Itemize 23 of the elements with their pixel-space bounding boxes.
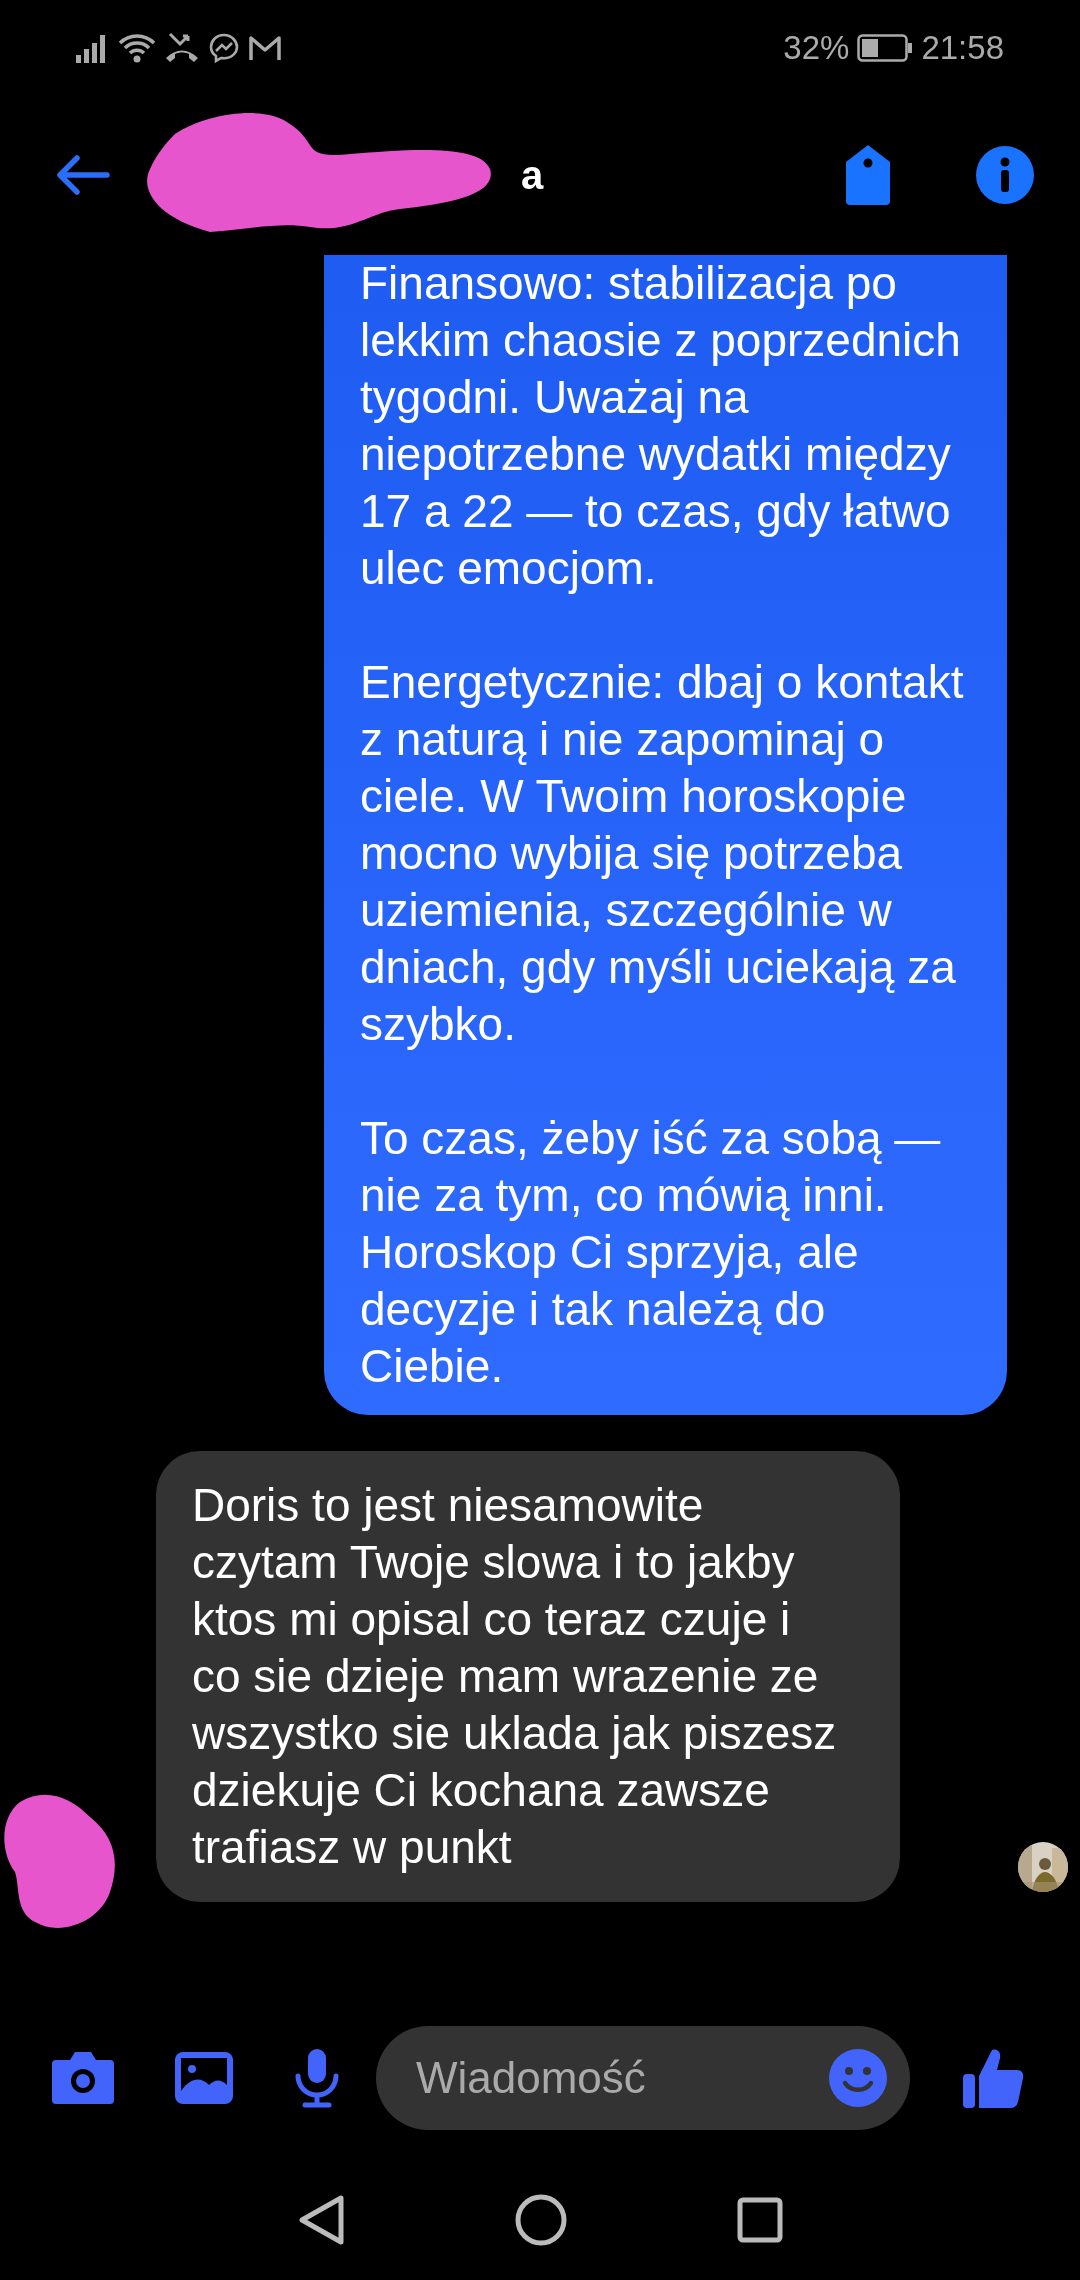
battery-percent: 32% — [783, 27, 850, 68]
tag-icon[interactable] — [845, 144, 891, 206]
back-nav-icon[interactable] — [297, 2194, 345, 2246]
message-text: Doris to jest niesamowite czytam Twoje slowa i to jakby ktos mi opisal co teraz czuje i co sie dzieje mam wrazenie ze wszystko sie uklada jak piszesz dziekuje Ci kochana zawsze trafiasz w punkt — [192, 1478, 838, 1875]
message-text: Finansowo: stabilizacja po lekkim chaosie z poprzednich tygodni. Uważaj na niepotrzebne wydatki między 17 a 22 — to czas, gdy łatwo ulec emocjom. — [360, 256, 962, 596]
missed-call-icon — [164, 31, 200, 64]
recents-nav-icon[interactable] — [737, 2197, 783, 2243]
battery-icon — [857, 33, 914, 62]
message-input[interactable]: Wiadomość — [414, 2025, 828, 2130]
emoji-icon[interactable] — [828, 2047, 888, 2108]
mail-icon — [248, 33, 282, 62]
info-icon[interactable] — [975, 145, 1035, 205]
wifi-icon — [118, 32, 156, 63]
message-text: Energetycznie: dbaj o kontakt z naturą i nie zapominaj o ciele. W Twoim horoskopie mocno wybija się potrzeba uziemienia, szczególnie w dniach, gdy myśli uciekają za szybko. — [360, 655, 965, 1052]
contact-name[interactable]: a — [521, 145, 544, 205]
home-nav-icon[interactable] — [515, 2194, 567, 2246]
camera-icon[interactable] — [50, 2049, 116, 2106]
message-text: To czas, żeby iść za sobą — nie za tym, co mówią inni. Horoskop Ci sprzyja, ale decyzje i tak należą do Ciebie. — [360, 1111, 942, 1394]
message-field[interactable]: Wiadomość — [376, 2025, 910, 2130]
clock-time: 21:58 — [921, 27, 1004, 68]
image-icon[interactable] — [174, 2050, 234, 2105]
messenger-icon — [208, 31, 240, 64]
back-arrow-icon[interactable] — [55, 153, 111, 197]
